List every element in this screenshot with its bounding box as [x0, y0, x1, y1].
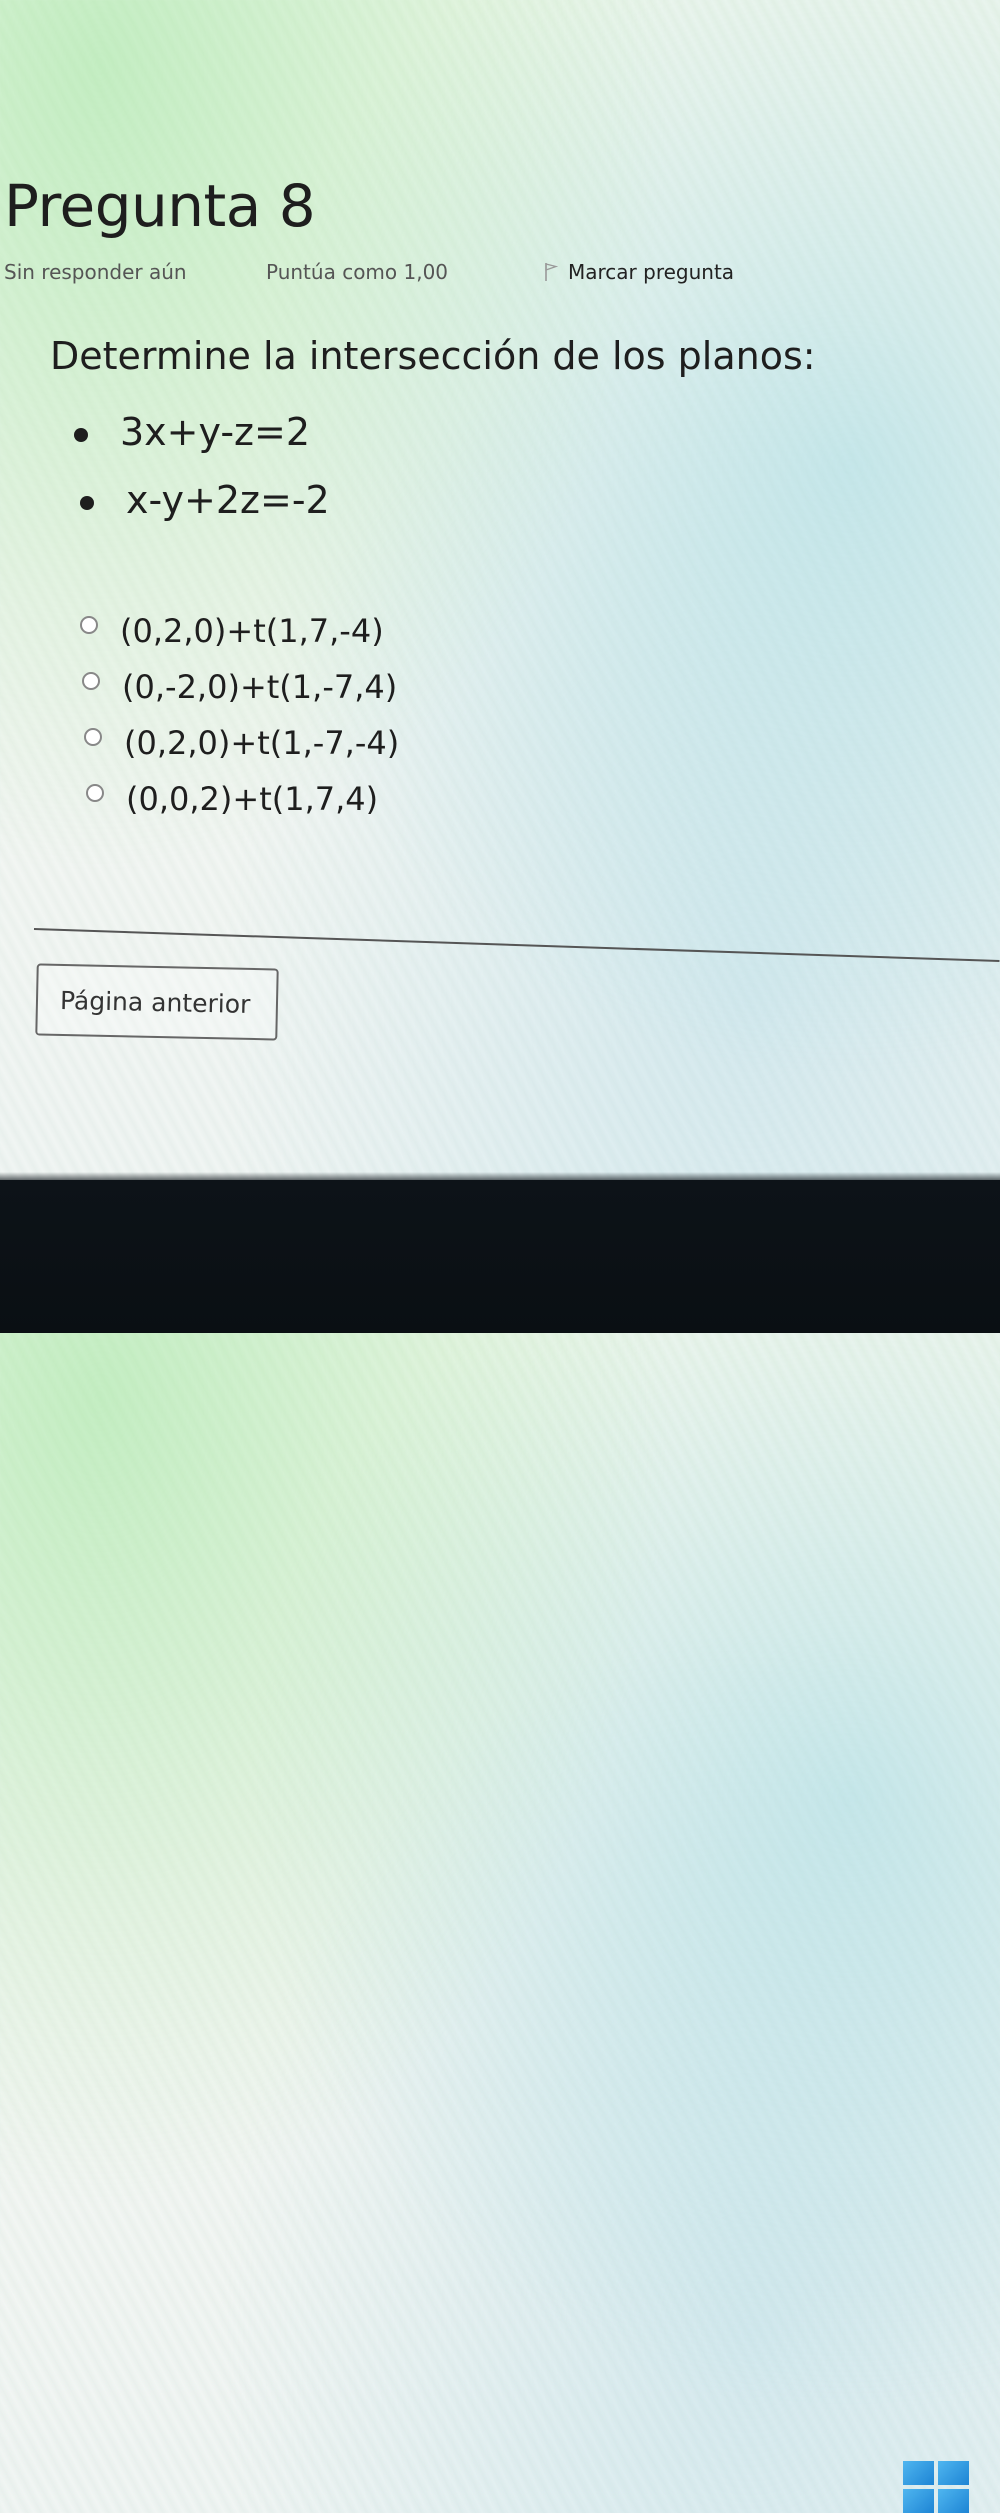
equation-text: x-y+2z=-2 [126, 478, 330, 522]
question-status: Sin responder aún [4, 260, 187, 284]
equation-item: x-y+2z=-2 [80, 478, 330, 538]
answer-option-label: (0,0,2)+t(1,7,4) [126, 780, 379, 818]
answer-option-2[interactable]: (0,-2,0)+t(1,-7,4) [82, 668, 397, 718]
flag-icon [545, 263, 558, 281]
radio-icon[interactable] [80, 616, 98, 634]
bullet-icon [80, 495, 94, 510]
windows-logo-pane [903, 2489, 934, 2513]
question-info: Sin responder aún Puntúa como 1,00 Marca… [4, 260, 984, 290]
question-text: Determine la intersección de los planos: [50, 334, 816, 378]
question-grade: Puntúa como 1,00 [266, 260, 449, 284]
answer-option-3[interactable]: (0,2,0)+t(1,-7,-4) [84, 724, 399, 774]
section-divider [33, 928, 1000, 963]
radio-icon[interactable] [84, 728, 102, 746]
answer-option-1[interactable]: (0,2,0)+t(1,7,-4) [80, 612, 384, 662]
quiz-page: Pregunta 8 Sin responder aún Puntúa como… [0, 0, 1000, 1180]
windows-logo-pane [938, 2489, 969, 2513]
radio-icon[interactable] [86, 784, 104, 802]
windows-logo-pane [903, 2461, 934, 2485]
flag-question-link[interactable]: Marcar pregunta [544, 260, 734, 284]
radio-icon[interactable] [82, 672, 100, 690]
equation-item: 3x+y-z=2 [74, 410, 310, 470]
answer-option-label: (0,2,0)+t(1,-7,-4) [124, 724, 400, 762]
answer-options: (0,2,0)+t(1,7,-4) (0,-2,0)+t(1,-7,4) (0,… [0, 600, 600, 840]
windows-start-icon[interactable] [903, 2461, 969, 2513]
answer-option-label: (0,2,0)+t(1,7,-4) [120, 612, 384, 650]
answer-option-4[interactable]: (0,0,2)+t(1,7,4) [86, 780, 378, 830]
bullet-icon [74, 427, 88, 442]
question-title: Pregunta 8 [4, 172, 316, 240]
previous-page-button[interactable]: Página anterior [35, 963, 279, 1041]
flag-question-label: Marcar pregunta [568, 260, 735, 284]
taskbar [0, 1180, 1000, 2513]
answer-option-label: (0,-2,0)+t(1,-7,4) [122, 668, 398, 706]
windows-logo-pane [938, 2461, 969, 2485]
equation-text: 3x+y-z=2 [120, 410, 310, 454]
